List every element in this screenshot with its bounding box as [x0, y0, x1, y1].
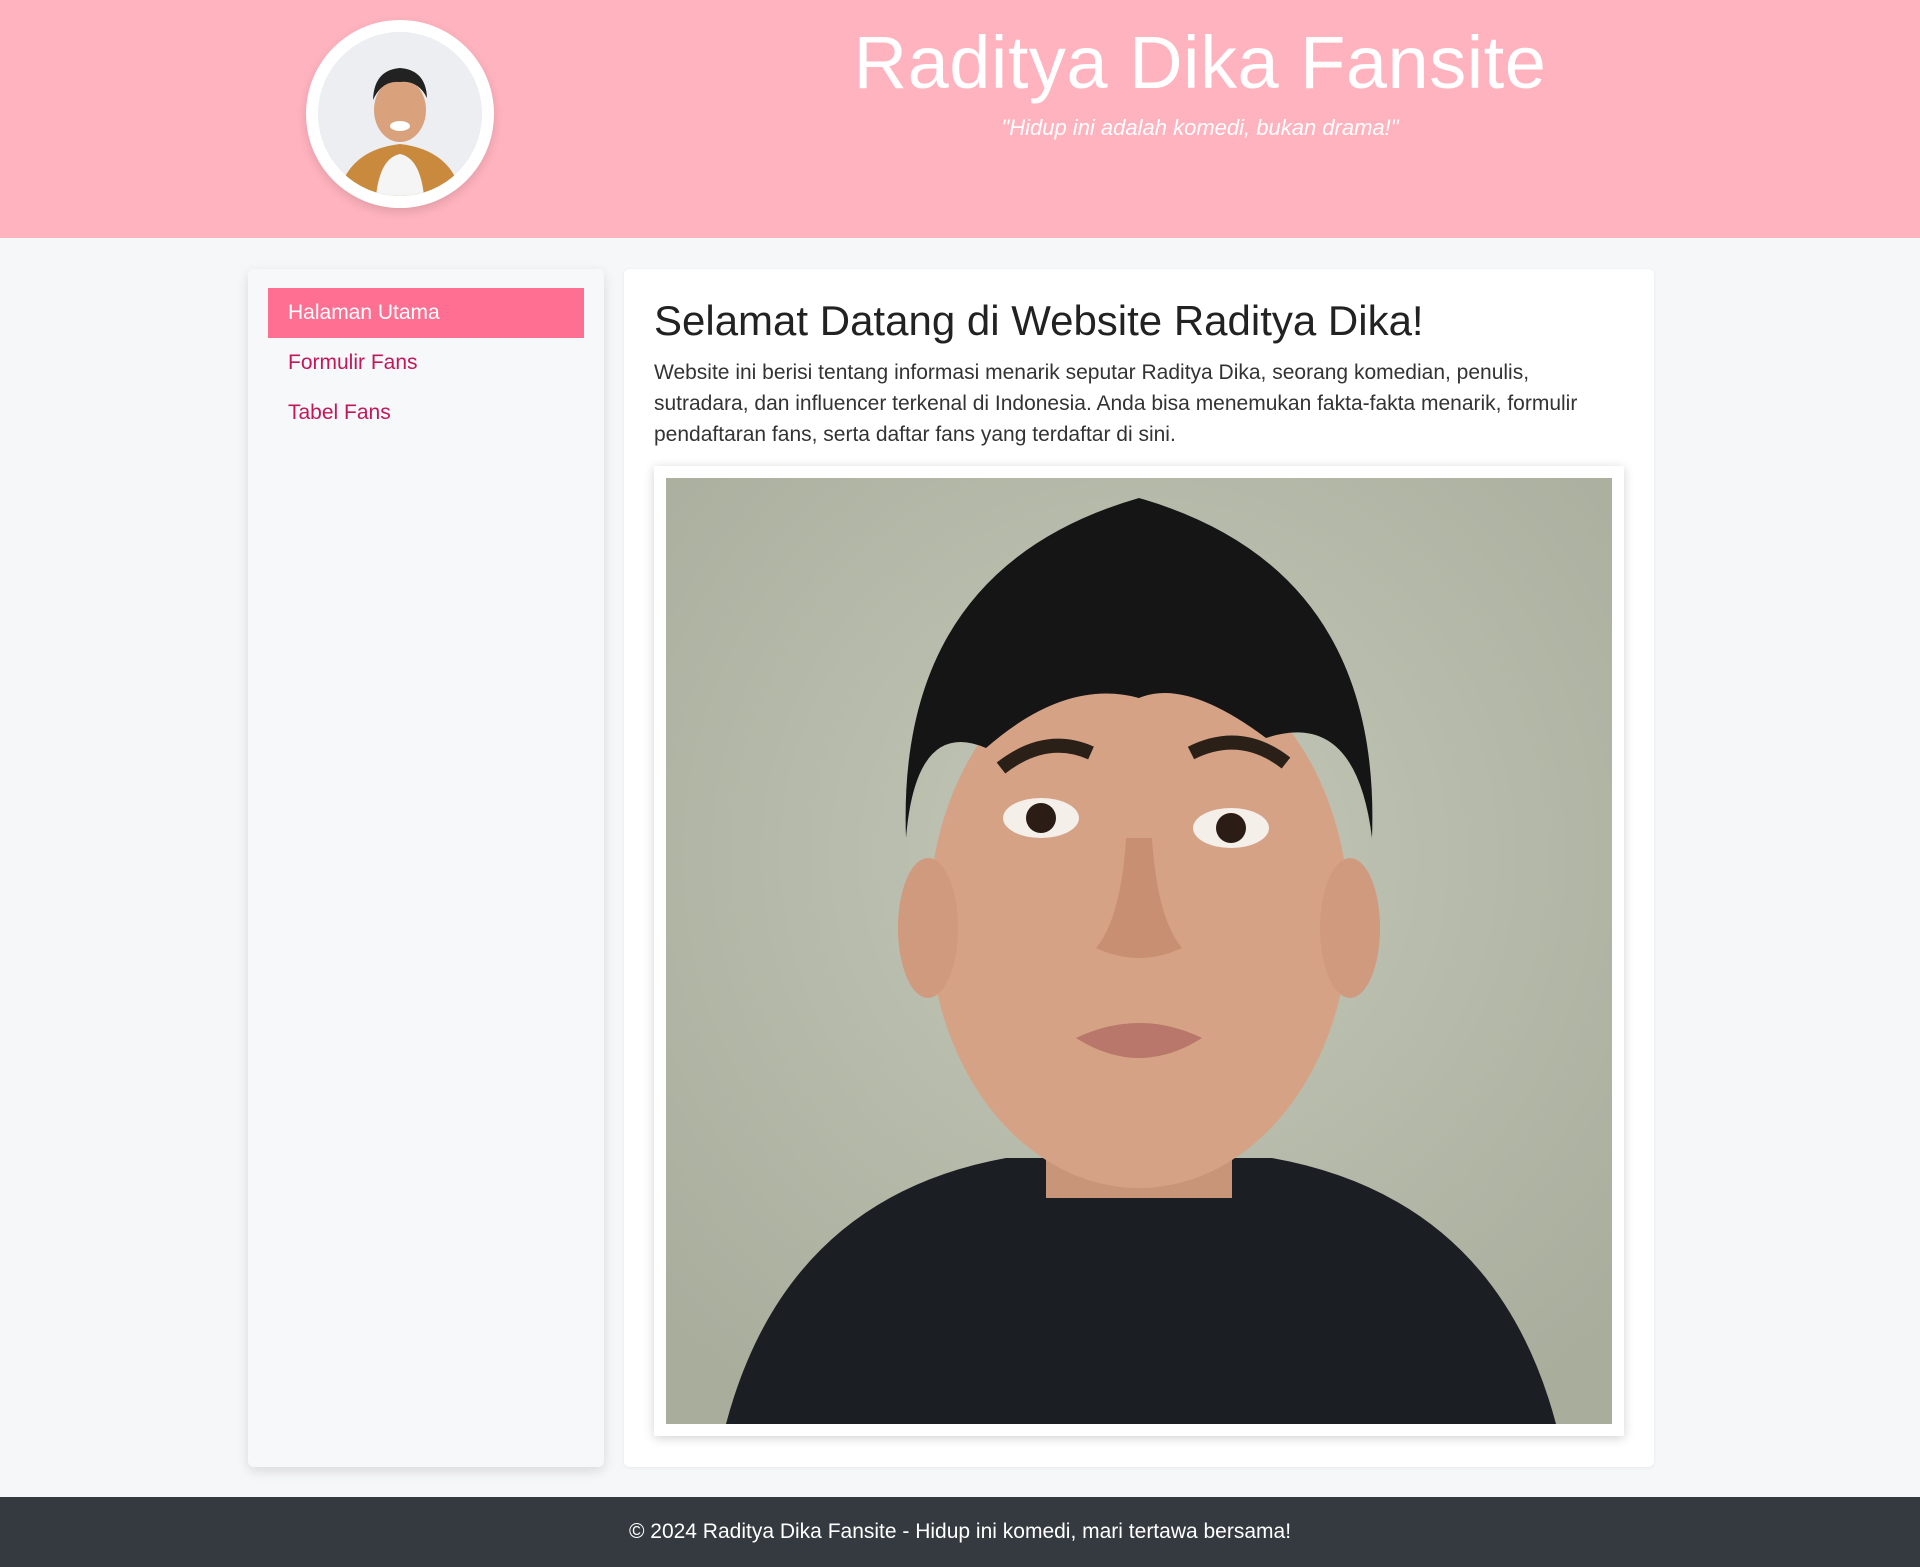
footer-text: © 2024 Raditya Dika Fansite - Hidup ini …	[628, 1520, 1292, 1543]
main-content: Selamat Datang di Website Raditya Dika! …	[624, 269, 1654, 1467]
site-title: Raditya Dika Fansite	[853, 21, 1547, 104]
intro-text: Website ini berisi tentang informasi men…	[654, 361, 1578, 446]
portrait-photo	[666, 478, 1612, 1424]
avatar-photo	[318, 32, 482, 196]
avatar	[306, 20, 494, 208]
sidebar-item-tabel-fans[interactable]: Tabel Fans	[268, 388, 584, 438]
sidebar-item-halaman-utama[interactable]: Halaman Utama	[268, 288, 584, 338]
page-title: Selamat Datang di Website Raditya Dika!	[654, 297, 1424, 344]
sidebar-nav: Halaman Utama Formulir Fans Tabel Fans	[248, 269, 604, 1467]
site-footer: © 2024 Raditya Dika Fansite - Hidup ini …	[0, 1497, 1920, 1567]
site-header: Raditya Dika Fansite "Hidup ini adalah k…	[0, 0, 1920, 238]
portrait-frame	[654, 466, 1624, 1436]
sidebar-item-formulir-fans[interactable]: Formulir Fans	[268, 338, 584, 388]
site-tagline: "Hidup ini adalah komedi, bukan drama!"	[1001, 115, 1399, 140]
